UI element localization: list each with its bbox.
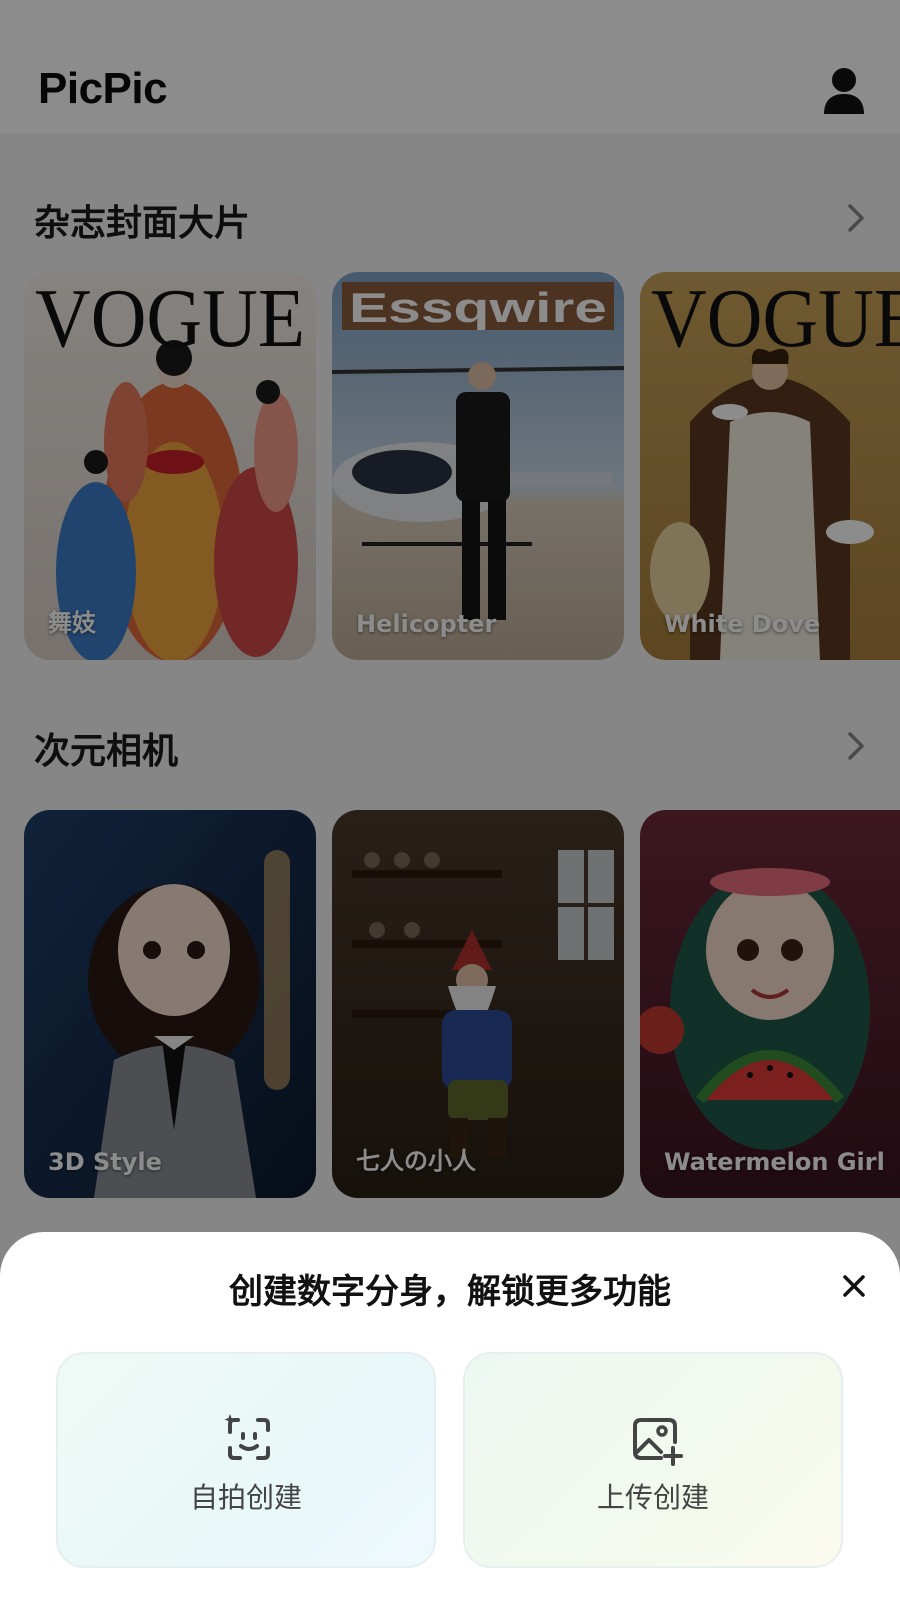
selfie-create-button[interactable]: 自拍创建 [56,1352,436,1568]
app-screen: PicPic 杂志封面大片 VOGUE 舞妓 Essqwire Helicopt… [0,0,900,1600]
selfie-create-label: 自拍创建 [189,1481,302,1514]
image-add-icon [633,1418,683,1466]
face-scan-icon [224,1414,270,1460]
create-avatar-sheet: 创建数字分身，解锁更多功能 自拍创建 上传创建 [0,1232,900,1600]
upload-create-button[interactable]: 上传创建 [463,1352,843,1568]
close-icon[interactable] [838,1270,870,1302]
upload-create-label: 上传创建 [596,1481,709,1514]
sheet-title: 创建数字分身，解锁更多功能 [229,1272,671,1312]
